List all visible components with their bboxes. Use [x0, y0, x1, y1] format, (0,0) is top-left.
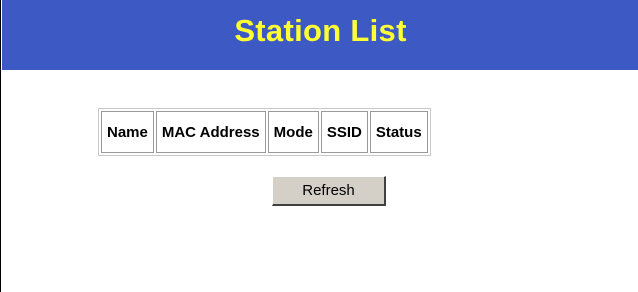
refresh-button[interactable]: Refresh — [272, 176, 386, 206]
title-bar: Station List — [2, 0, 638, 70]
page-title: Station List — [234, 13, 407, 48]
page-frame: Station List Name MAC Address Mode SSID … — [0, 0, 638, 292]
table-header-row: Name MAC Address Mode SSID Status — [101, 111, 428, 153]
station-table: Name MAC Address Mode SSID Status — [98, 108, 431, 156]
column-header-mac-address: MAC Address — [155, 111, 266, 153]
column-header-ssid: SSID — [320, 111, 368, 153]
column-header-name: Name — [101, 111, 154, 153]
column-header-mode: Mode — [267, 111, 319, 153]
column-header-status: Status — [369, 111, 428, 153]
